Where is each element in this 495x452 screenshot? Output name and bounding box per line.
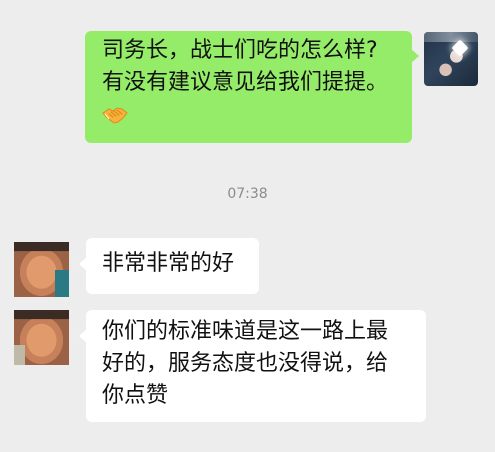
contact-avatar-shirt xyxy=(55,270,69,297)
contact-avatar-shirt xyxy=(14,345,25,365)
incoming-message-2-line-3: 你点赞 xyxy=(102,383,169,408)
incoming-message-bubble[interactable]: 非常非常的好 xyxy=(79,238,259,294)
handshake-emoji-icon xyxy=(102,105,128,125)
outgoing-message-line-2: 有没有建议意见给我们提提。 xyxy=(102,70,389,95)
message-timestamp: 07:38 xyxy=(227,186,268,202)
incoming-message-bubble[interactable]: 你们的标准味道是这一路上最 好的，服务态度也没得说，给 你点赞 xyxy=(79,310,426,422)
my-avatar[interactable] xyxy=(424,32,478,86)
incoming-message-2-line-1: 你们的标准味道是这一路上最 xyxy=(102,319,389,344)
outgoing-message-line-1: 司务长，战士们吃的怎么样? xyxy=(102,38,378,63)
avatar-sparkle-icon xyxy=(451,39,469,57)
outgoing-message-bubble[interactable]: 司务长，战士们吃的怎么样? 有没有建议意见给我们提提。 xyxy=(85,31,419,143)
contact-avatar[interactable] xyxy=(14,242,69,297)
contact-avatar[interactable] xyxy=(14,310,69,365)
avatar-fringe xyxy=(424,32,478,42)
incoming-message-1-line-1: 非常非常的好 xyxy=(102,251,235,276)
incoming-message-2-line-2: 好的，服务态度也没得说，给 xyxy=(102,351,389,376)
